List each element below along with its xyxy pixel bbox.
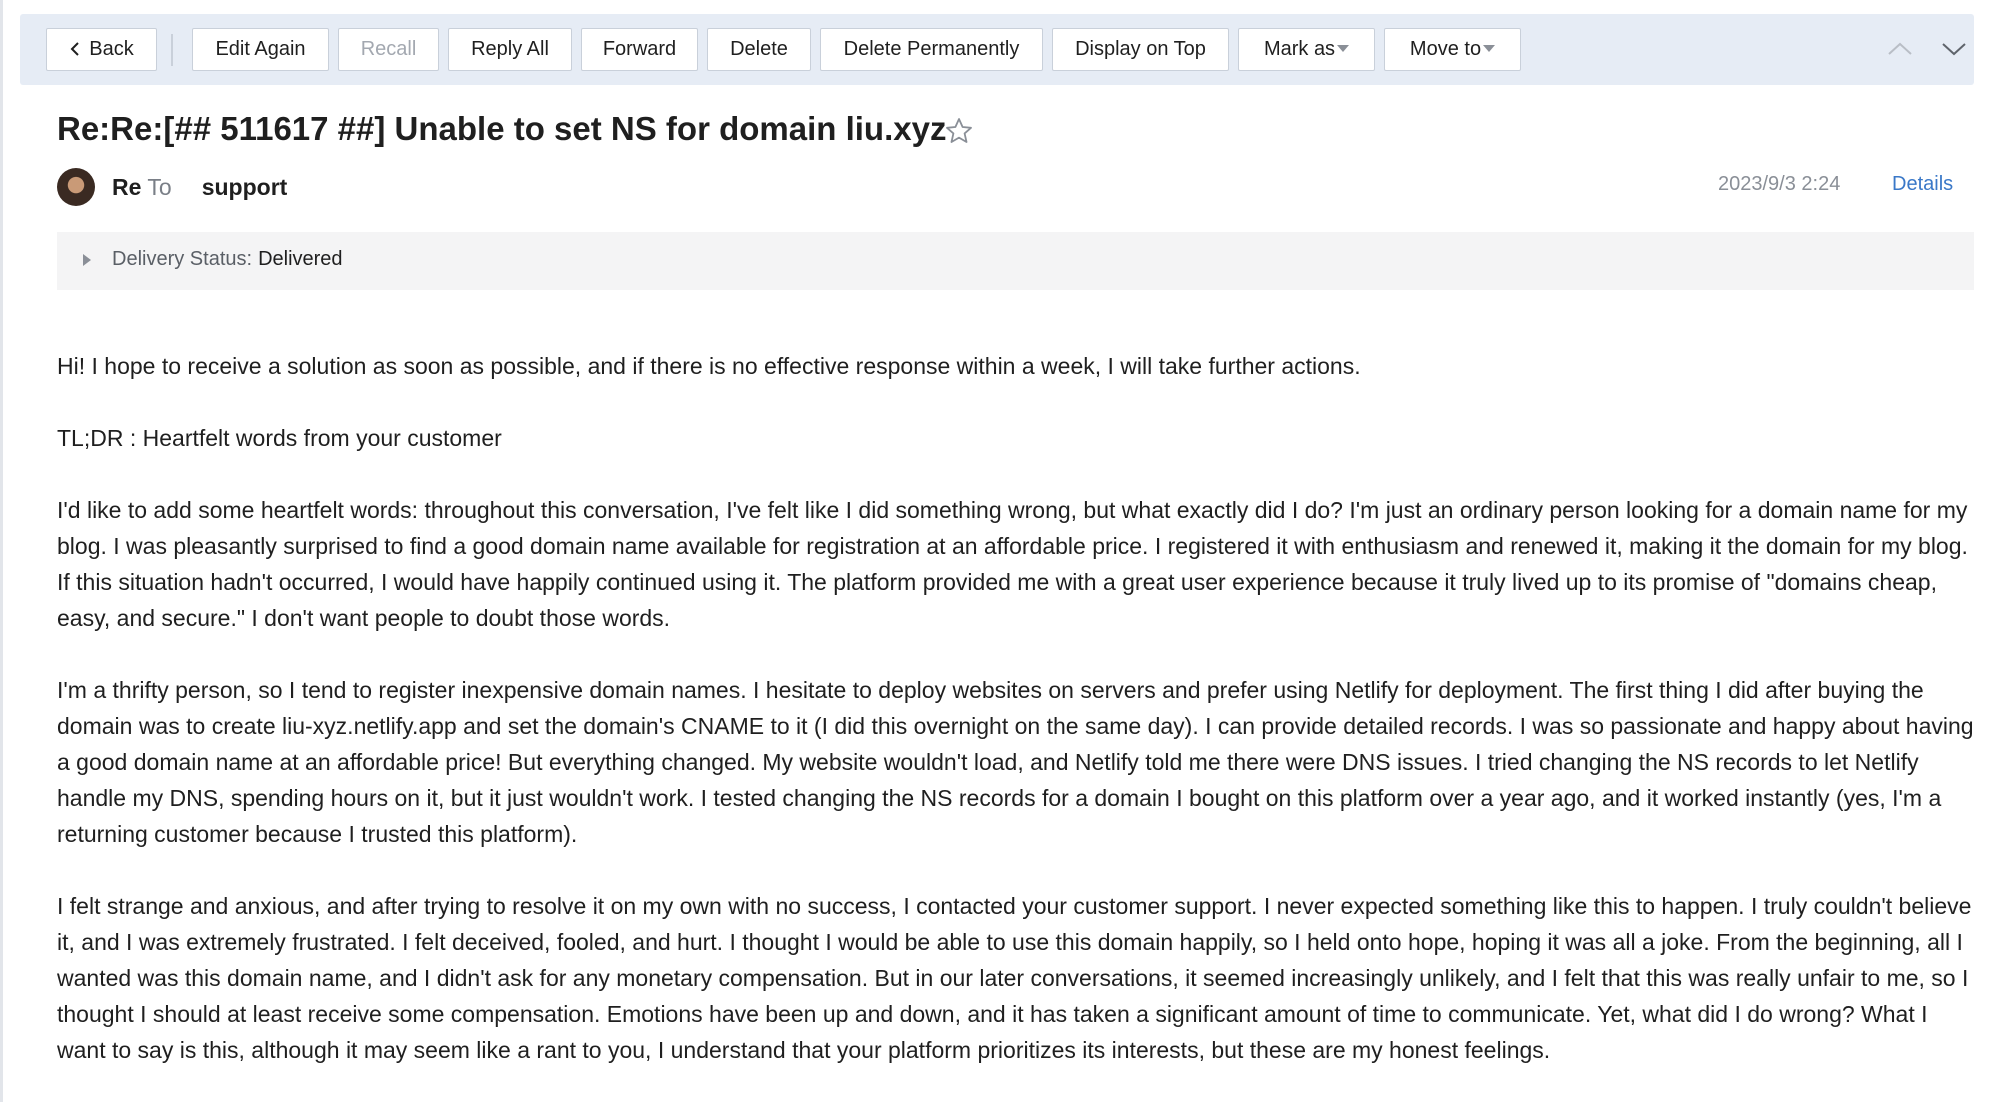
email-reader-page: Back Edit Again Recall Reply All Forward… [0,0,2010,1102]
recipient-name[interactable]: support [202,174,288,200]
back-button[interactable]: Back [46,28,157,71]
caret-down-icon [1483,45,1496,52]
display-on-top-button[interactable]: Display on Top [1052,28,1229,71]
chevron-up-icon[interactable] [1886,38,1914,60]
expand-triangle-icon[interactable] [83,254,91,266]
star-icon[interactable] [944,116,974,146]
edit-again-button[interactable]: Edit Again [192,28,329,71]
toolbar-separator [171,34,173,66]
to-label: To [147,174,172,200]
delete-permanently-label: Delete Permanently [843,38,1020,60]
forward-button[interactable]: Forward [581,28,698,71]
body-paragraph: Hi! I hope to receive a solution as soon… [57,353,1361,379]
body-paragraph: I felt strange and anxious, and after tr… [57,893,1972,1063]
back-label: Back [89,38,134,60]
caret-down-icon [1337,45,1350,52]
recall-label: Recall [360,38,417,60]
forward-label: Forward [602,38,677,60]
delete-permanently-button[interactable]: Delete Permanently [820,28,1043,71]
details-link[interactable]: Details [1892,173,1953,196]
delivery-status: Delivery Status: Delivered [112,248,343,271]
reply-all-button[interactable]: Reply All [448,28,572,71]
left-divider [0,0,3,1102]
email-body: Hi! I hope to receive a solution as soon… [57,348,1977,1102]
delivery-status-bar: Delivery Status: Delivered [57,232,1974,290]
body-paragraph: TL;DR : Heartfelt words from your custom… [57,425,502,451]
chevron-down-icon[interactable] [1940,38,1968,60]
mark-as-label: Mark as [1263,38,1336,60]
email-subject: Re:Re:[## 511617 ##] Unable to set NS fo… [57,110,947,147]
delivery-status-value: Delivered [258,248,343,270]
edit-again-label: Edit Again [215,38,306,60]
delivery-status-label: Delivery Status: [112,248,253,270]
reply-all-label: Reply All [471,38,549,60]
move-to-label: Move to [1409,38,1482,60]
delete-label: Delete [730,38,788,60]
sender-name[interactable]: Re [112,174,141,200]
body-paragraph: I'm a thrifty person, so I tend to regis… [57,677,1974,847]
email-date: 2023/9/3 2:24 [1718,173,1841,195]
delete-button[interactable]: Delete [707,28,811,71]
move-to-button[interactable]: Move to [1384,28,1521,71]
mark-as-button[interactable]: Mark as [1238,28,1375,71]
sender-avatar[interactable] [57,168,95,206]
sender-line: Re To support [112,174,287,201]
chevron-left-icon [70,42,79,56]
recall-button[interactable]: Recall [338,28,439,71]
toolbar: Back Edit Again Recall Reply All Forward… [20,14,1974,85]
body-paragraph: I'd like to add some heartfelt words: th… [57,497,1968,631]
display-on-top-label: Display on Top [1075,38,1206,60]
